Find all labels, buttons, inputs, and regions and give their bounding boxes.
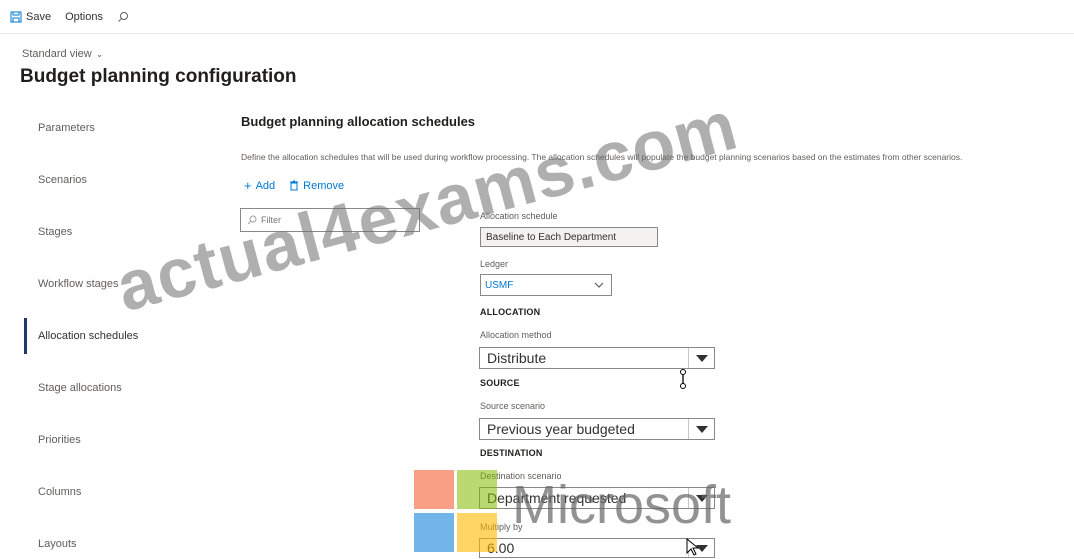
action-pane: Save Options xyxy=(0,0,1074,34)
sidebar-item-layouts[interactable]: Layouts xyxy=(24,522,230,559)
sidebar-item-workflow-stages[interactable]: Workflow stages xyxy=(24,262,230,306)
sidebar-item-parameters[interactable]: Parameters xyxy=(24,106,230,150)
allocation-group-header: ALLOCATION xyxy=(480,307,541,317)
section-description: Define the allocation schedules that wil… xyxy=(241,152,963,162)
sidebar-item-scenarios[interactable]: Scenarios xyxy=(24,158,230,202)
source-group-header: SOURCE xyxy=(480,378,520,388)
logo-red-square xyxy=(414,470,454,509)
sidebar-item-label: Columns xyxy=(38,486,82,498)
multiply-by-field[interactable]: 6.00 xyxy=(479,538,715,558)
add-label: Add xyxy=(255,179,276,192)
remove-label: Remove xyxy=(303,179,345,192)
chevron-down-icon xyxy=(594,282,604,288)
source-scenario-select[interactable]: Previous year budgeted xyxy=(479,418,715,440)
sidebar-item-label: Layouts xyxy=(38,538,77,550)
sidebar-item-label: Priorities xyxy=(38,434,81,446)
source-scenario-label: Source scenario xyxy=(480,401,546,411)
allocation-schedule-label: Allocation schedule xyxy=(480,211,558,221)
destination-scenario-label: Destination scenario xyxy=(480,471,562,481)
multiply-by-label: Multiply by xyxy=(480,522,523,532)
chevron-down-icon: ⌄ xyxy=(95,48,104,59)
sidebar-item-label: Allocation schedules xyxy=(38,330,139,342)
section-title: Budget planning allocation schedules xyxy=(241,114,476,129)
save-button[interactable]: Save xyxy=(10,11,51,23)
options-button[interactable]: Options xyxy=(65,11,103,23)
search-button[interactable] xyxy=(117,11,129,23)
sidebar-item-label: Workflow stages xyxy=(38,278,119,290)
destination-group-header: DESTINATION xyxy=(480,448,543,458)
ledger-combobox[interactable]: USMF xyxy=(480,274,612,296)
sidebar-item-label: Parameters xyxy=(38,122,95,134)
dropdown-arrow-icon[interactable] xyxy=(688,419,714,439)
allocation-schedule-field[interactable]: Baseline to Each Department xyxy=(480,227,658,247)
dropdown-arrow-icon[interactable] xyxy=(688,348,714,368)
ledger-label: Ledger xyxy=(480,259,509,269)
allocation-method-value: Distribute xyxy=(487,350,547,366)
allocation-method-label: Allocation method xyxy=(480,330,552,340)
remove-button[interactable]: Remove xyxy=(289,180,344,192)
options-label: Options xyxy=(65,10,103,23)
sidebar-item-allocation-schedules[interactable]: Allocation schedules xyxy=(24,314,230,358)
ledger-value: USMF xyxy=(485,279,514,291)
allocation-method-select[interactable]: Distribute xyxy=(479,347,715,369)
grid-actions: + Add Remove xyxy=(244,178,358,193)
sidebar-item-label: Scenarios xyxy=(38,174,87,186)
resize-cursor-icon xyxy=(680,369,686,389)
destination-scenario-select[interactable]: Department requested xyxy=(479,487,715,509)
search-icon xyxy=(118,11,128,22)
logo-blue-square xyxy=(414,513,454,552)
filter-input[interactable] xyxy=(261,215,401,225)
filter-input-box[interactable] xyxy=(240,208,420,232)
sidebar-item-stage-allocations[interactable]: Stage allocations xyxy=(24,366,230,410)
source-scenario-value: Previous year budgeted xyxy=(487,421,635,437)
sidebar-item-priorities[interactable]: Priorities xyxy=(24,418,230,462)
view-selector[interactable]: Standard view ⌄ xyxy=(22,48,103,60)
sidebar-item-label: Stages xyxy=(38,226,73,238)
mouse-pointer-icon xyxy=(686,538,700,556)
multiply-by-value: 6.00 xyxy=(487,540,515,556)
search-icon xyxy=(247,215,257,225)
sidebar-item-label: Stage allocations xyxy=(38,382,122,394)
destination-scenario-value: Department requested xyxy=(487,490,627,506)
plus-icon: + xyxy=(244,178,252,193)
trash-icon xyxy=(290,180,299,191)
dropdown-arrow-icon[interactable] xyxy=(688,488,714,508)
add-button[interactable]: + Add xyxy=(244,178,275,193)
save-label: Save xyxy=(26,10,52,23)
page-title: Budget planning configuration xyxy=(20,66,297,87)
save-icon xyxy=(10,11,22,22)
view-label: Standard view xyxy=(22,48,92,60)
sidebar-item-columns[interactable]: Columns xyxy=(24,470,230,514)
sidebar-item-stages[interactable]: Stages xyxy=(24,210,230,254)
